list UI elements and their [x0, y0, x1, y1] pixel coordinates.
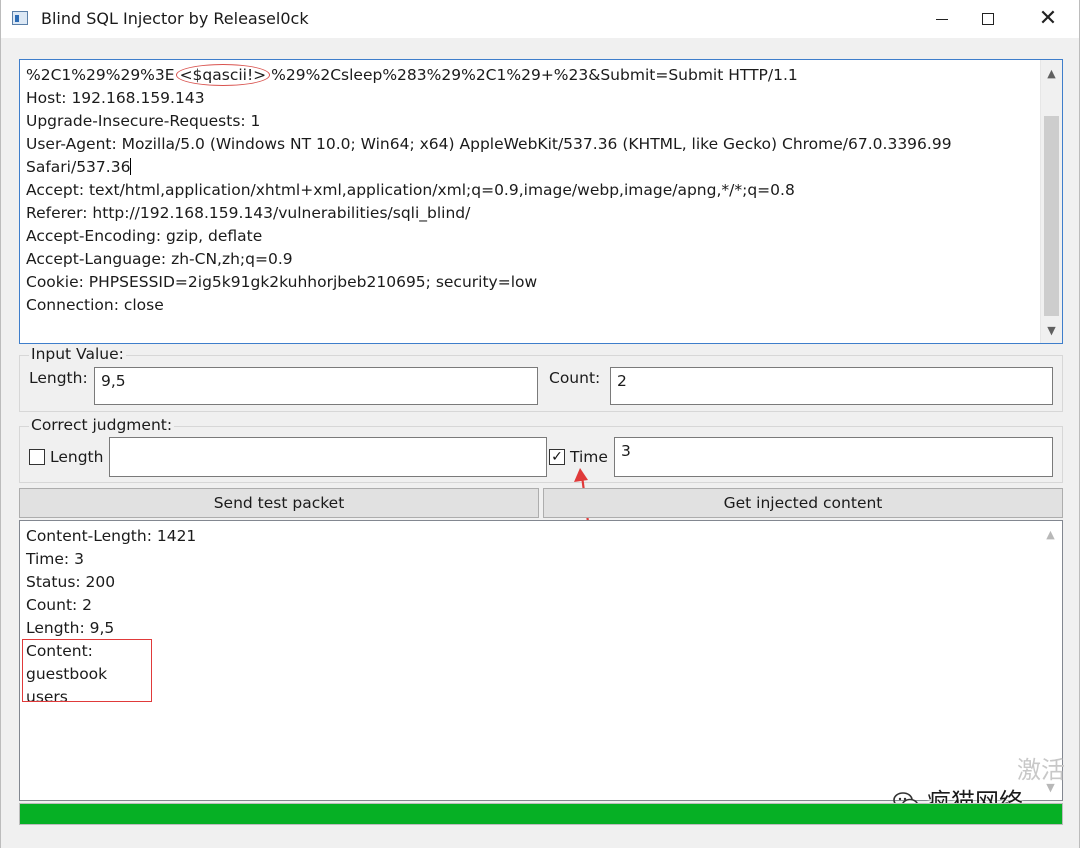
output-scroll-up-icon[interactable]: ▲: [1040, 523, 1061, 545]
request-line-text: User-Agent: Mozilla/5.0 (Windows NT 10.0…: [26, 135, 952, 153]
correct-judgment-title: Correct judgment:: [29, 416, 175, 434]
request-line: Accept: text/html,application/xhtml+xml,…: [26, 179, 1036, 202]
request-line-text: %29%2Csleep%283%29%2C1%29+%23&Submit=Sub…: [271, 66, 798, 84]
request-line: Connection: close: [26, 294, 1036, 317]
output-line: Content-Length: 1421: [26, 527, 197, 545]
minimize-button[interactable]: [919, 0, 965, 38]
payload-placeholder: <$qascii!>: [175, 64, 271, 86]
time-judgment-input[interactable]: 3: [614, 437, 1053, 477]
request-line-text: Accept-Language: zh-CN,zh;q=0.9: [26, 250, 293, 268]
window-title: Blind SQL Injector by Releasel0ck: [41, 9, 309, 28]
progress-fill: [20, 804, 1062, 824]
request-line: User-Agent: Mozilla/5.0 (Windows NT 10.0…: [26, 133, 1036, 156]
scroll-up-icon[interactable]: ▲: [1041, 62, 1062, 84]
content-highlight-box: [22, 639, 152, 702]
get-injected-content-button[interactable]: Get injected content: [543, 488, 1063, 518]
text-caret: [130, 158, 132, 175]
output-line: Length: 9,5: [26, 619, 115, 637]
length-check-label[interactable]: Length: [50, 448, 103, 466]
minimize-icon: [936, 18, 948, 20]
request-line: Cookie: PHPSESSID=2ig5k91gk2kuhhorjbeb21…: [26, 271, 1036, 294]
maximize-button[interactable]: [965, 0, 1011, 38]
request-line-text: Referer: http://192.168.159.143/vulnerab…: [26, 204, 471, 222]
request-line: Upgrade-Insecure-Requests: 1: [26, 110, 1036, 133]
output-line: Count: 2: [26, 596, 93, 614]
app-window: Blind SQL Injector by Releasel0ck ✕ %2C1…: [0, 0, 1080, 848]
close-icon: ✕: [1038, 6, 1058, 31]
time-checkbox[interactable]: ✓: [549, 449, 565, 465]
length-judgment-input[interactable]: [109, 437, 547, 477]
request-scrollbar[interactable]: ▲ ▼: [1040, 60, 1062, 343]
output-textarea[interactable]: Content-Length: 1421 Time: 3 Status: 200 Co…: [19, 520, 1063, 801]
length-checkbox[interactable]: [29, 449, 45, 465]
time-check-label[interactable]: Time: [570, 448, 608, 466]
request-line-text: Connection: close: [26, 296, 164, 314]
count-label: Count:: [549, 369, 601, 387]
request-line: Accept-Encoding: gzip, deflate: [26, 225, 1036, 248]
input-value-title: Input Value:: [29, 345, 126, 363]
send-test-packet-button[interactable]: Send test packet: [19, 488, 539, 518]
request-lines: %2C1%29%29%3E <$qascii!> %29%2Csleep%283%2…: [26, 64, 1036, 317]
length-label: Length:: [29, 369, 88, 387]
close-button[interactable]: ✕: [1025, 0, 1071, 38]
request-line-text: Host: 192.168.159.143: [26, 89, 205, 107]
maximize-icon: [982, 13, 994, 25]
request-line-text: Accept-Encoding: gzip, deflate: [26, 227, 263, 245]
request-line: %2C1%29%29%3E <$qascii!> %29%2Csleep%283%2…: [26, 64, 1036, 87]
request-line: Accept-Language: zh-CN,zh;q=0.9: [26, 248, 1036, 271]
length-input[interactable]: 9,5: [94, 367, 538, 405]
request-line-text: Safari/537.36: [26, 158, 131, 176]
request-line-text: Accept: text/html,application/xhtml+xml,…: [26, 181, 795, 199]
request-line: Referer: http://192.168.159.143/vulnerab…: [26, 202, 1036, 225]
request-line: Host: 192.168.159.143: [26, 87, 1036, 110]
request-line-text: Cookie: PHPSESSID=2ig5k91gk2kuhhorjbeb21…: [26, 273, 538, 291]
request-textarea[interactable]: %2C1%29%29%3E <$qascii!> %29%2Csleep%283%2…: [19, 59, 1063, 344]
output-line: Time: 3: [26, 550, 84, 568]
request-line-text: %2C1%29%29%3E: [26, 66, 175, 84]
request-line-text: Upgrade-Insecure-Requests: 1: [26, 112, 261, 130]
scroll-down-icon[interactable]: ▼: [1041, 319, 1062, 341]
title-bar[interactable]: Blind SQL Injector by Releasel0ck ✕: [1, 0, 1079, 38]
progress-bar: [19, 803, 1063, 825]
output-line: Status: 200: [26, 573, 116, 591]
scroll-thumb[interactable]: [1044, 116, 1059, 316]
count-input[interactable]: 2: [610, 367, 1053, 405]
activate-watermark: 激活: [1017, 756, 1065, 784]
request-line: Safari/537.36: [26, 156, 1036, 179]
app-icon: [12, 11, 28, 25]
